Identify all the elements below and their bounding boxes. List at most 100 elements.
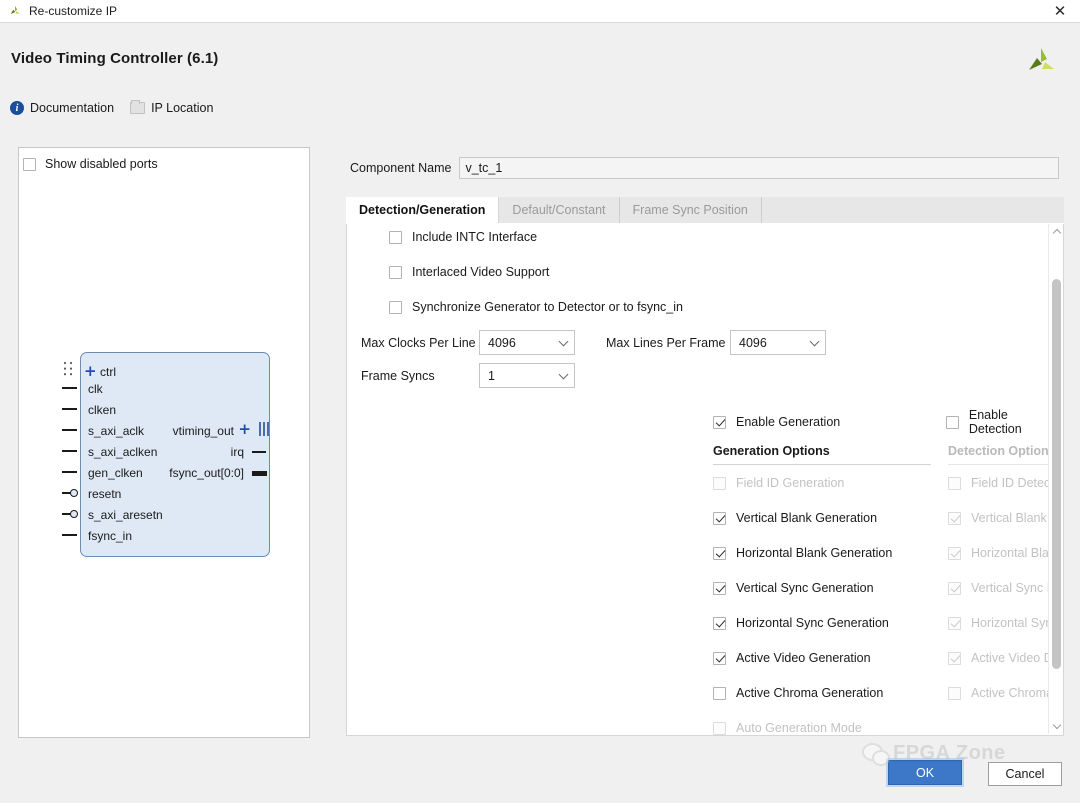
documentation-link[interactable]: i Documentation: [10, 101, 114, 115]
cancel-button[interactable]: Cancel: [988, 762, 1062, 786]
window-title-bar: Re-customize IP ✕: [0, 0, 1080, 23]
dialog-header: Video Timing Controller (6.1) i Document…: [0, 23, 1080, 128]
horizontal-sync-generation-checkbox[interactable]: Horizontal Sync Generation: [713, 616, 953, 630]
inverted-pin-icon: [62, 510, 78, 518]
checkbox-box: [945, 415, 959, 429]
top-options-group: Include INTC Interface Interlaced Video …: [389, 230, 683, 335]
synchronize-generator-checkbox[interactable]: Synchronize Generator to Detector or to …: [389, 300, 683, 314]
checkbox-box: [713, 415, 726, 429]
wechat-icon: [862, 743, 890, 766]
checkbox-box: [713, 511, 726, 525]
pin-icon: [62, 429, 77, 431]
active-chroma-generation-checkbox[interactable]: Active Chroma Generation: [713, 686, 953, 700]
checkbox-label: Field ID Generation: [736, 476, 845, 490]
frame-syncs-select[interactable]: 1: [479, 363, 575, 388]
enable-row: Enable Generation Enable Detection: [713, 408, 1063, 436]
max-clocks-per-line-label: Max Clocks Per Line: [361, 335, 476, 350]
expand-plus-icon[interactable]: +: [84, 364, 97, 379]
checkbox-box: [713, 651, 726, 665]
checkbox-box: [948, 651, 961, 665]
re-customize-ip-dialog: Re-customize IP ✕ Video Timing Controlle…: [0, 0, 1080, 803]
component-name-label: Component Name: [350, 161, 452, 175]
port-label: clken: [88, 403, 117, 417]
port-label: resetn: [88, 487, 122, 501]
documentation-label: Documentation: [30, 101, 115, 115]
expand-plus-icon[interactable]: +: [238, 422, 251, 437]
inverted-pin-icon: [62, 489, 78, 497]
pin-icon: [62, 471, 77, 473]
chevron-down-icon: [558, 369, 569, 379]
generation-options-list: Field ID Generation Vertical Blank Gener…: [713, 476, 953, 735]
port-label: irq: [230, 445, 244, 459]
active-video-detection-checkbox: Active Video Detection: [948, 651, 1063, 665]
scroll-up-icon[interactable]: [1049, 224, 1063, 239]
scroll-down-icon[interactable]: [1049, 719, 1063, 734]
include-intc-interface-checkbox[interactable]: Include INTC Interface: [389, 230, 683, 244]
vertical-scrollbar[interactable]: [1048, 224, 1063, 734]
active-chroma-detection-checkbox: Active Chroma Detection: [948, 686, 1063, 700]
chevron-down-icon: [558, 336, 569, 346]
checkbox-label: Active Video Generation: [736, 651, 871, 665]
tab-strip-filler: [761, 197, 1064, 223]
checkbox-label: Include INTC Interface: [412, 230, 538, 244]
checkbox-label: Vertical Sync Generation: [736, 581, 874, 595]
checkbox-label: Auto Generation Mode: [736, 721, 862, 735]
info-icon: i: [10, 101, 24, 115]
pin-icon: [62, 450, 77, 452]
close-icon[interactable]: ✕: [1040, 0, 1080, 23]
checkbox-label: Horizontal Blank Generation: [736, 546, 893, 560]
vertical-sync-generation-checkbox[interactable]: Vertical Sync Generation: [713, 581, 953, 595]
window-title: Re-customize IP: [29, 4, 118, 18]
checkbox-label: Enable Generation: [736, 415, 841, 429]
field-id-generation-checkbox: Field ID Generation: [713, 476, 953, 490]
xilinx-logo-icon: [1024, 45, 1058, 79]
show-disabled-ports-checkbox[interactable]: Show disabled ports: [23, 157, 158, 171]
scrollbar-thumb[interactable]: [1052, 279, 1061, 669]
folder-icon: [130, 100, 146, 114]
detection-generation-panel: Include INTC Interface Interlaced Video …: [346, 224, 1064, 736]
port-label: ctrl: [100, 365, 116, 379]
checkbox-box: [389, 265, 402, 279]
xilinx-logo-icon: [8, 4, 22, 18]
checkbox-box: [389, 230, 402, 244]
checkbox-box: [713, 616, 726, 630]
checkbox-box: [713, 581, 726, 595]
max-clocks-per-line-select[interactable]: 4096: [479, 330, 575, 355]
pin-icon: [62, 408, 77, 410]
tab-default-constant[interactable]: Default/Constant: [499, 197, 620, 223]
checkbox-label: Horizontal Sync Generation: [736, 616, 889, 630]
component-name-row: Component Name: [350, 157, 1060, 179]
auto-generation-mode-checkbox: Auto Generation Mode: [713, 721, 953, 735]
checkbox-box: [948, 476, 961, 490]
show-disabled-ports-label: Show disabled ports: [45, 157, 158, 171]
active-video-generation-checkbox[interactable]: Active Video Generation: [713, 651, 953, 665]
select-value: 4096: [739, 335, 767, 350]
tab-detection-generation[interactable]: Detection/Generation: [346, 197, 500, 223]
max-lines-per-frame-label: Max Lines Per Frame: [606, 335, 726, 350]
interlaced-video-support-checkbox[interactable]: Interlaced Video Support: [389, 265, 683, 279]
vertical-blank-generation-checkbox[interactable]: Vertical Blank Generation: [713, 511, 953, 525]
horizontal-sync-detection-checkbox: Horizontal Sync Detection: [948, 616, 1063, 630]
checkbox-label: Vertical Blank Generation: [736, 511, 878, 525]
ok-button[interactable]: OK: [886, 758, 964, 787]
field-id-detection-checkbox: Field ID Detection: [948, 476, 1063, 490]
enable-generation-checkbox[interactable]: Enable Generation: [713, 408, 946, 436]
port-label: fsync_out[0:0]: [169, 466, 244, 480]
enable-detection-checkbox[interactable]: Enable Detection: [945, 408, 1063, 436]
port-label: s_axi_aresetn: [88, 508, 163, 522]
port-label: gen_clken: [88, 466, 143, 480]
pin-icon: [62, 387, 77, 389]
horizontal-blank-generation-checkbox[interactable]: Horizontal Blank Generation: [713, 546, 953, 560]
port-label: vtiming_out: [172, 424, 234, 438]
options-headers: Generation Options Detection Options: [713, 444, 1063, 465]
tab-frame-sync-position[interactable]: Frame Sync Position: [619, 197, 762, 223]
horizontal-blank-detection-checkbox: Horizontal Blank Detection: [948, 546, 1063, 560]
ip-location-link[interactable]: IP Location: [130, 100, 213, 115]
tab-strip: Detection/Generation Default/Constant Fr…: [346, 197, 1064, 224]
max-lines-per-frame-select[interactable]: 4096: [730, 330, 826, 355]
checkbox-label: Interlaced Video Support: [412, 265, 550, 279]
port-label: fsync_in: [88, 529, 133, 543]
component-name-input[interactable]: [459, 157, 1060, 179]
checkbox-box: [948, 511, 961, 525]
bus-connector-icon: [63, 361, 75, 378]
